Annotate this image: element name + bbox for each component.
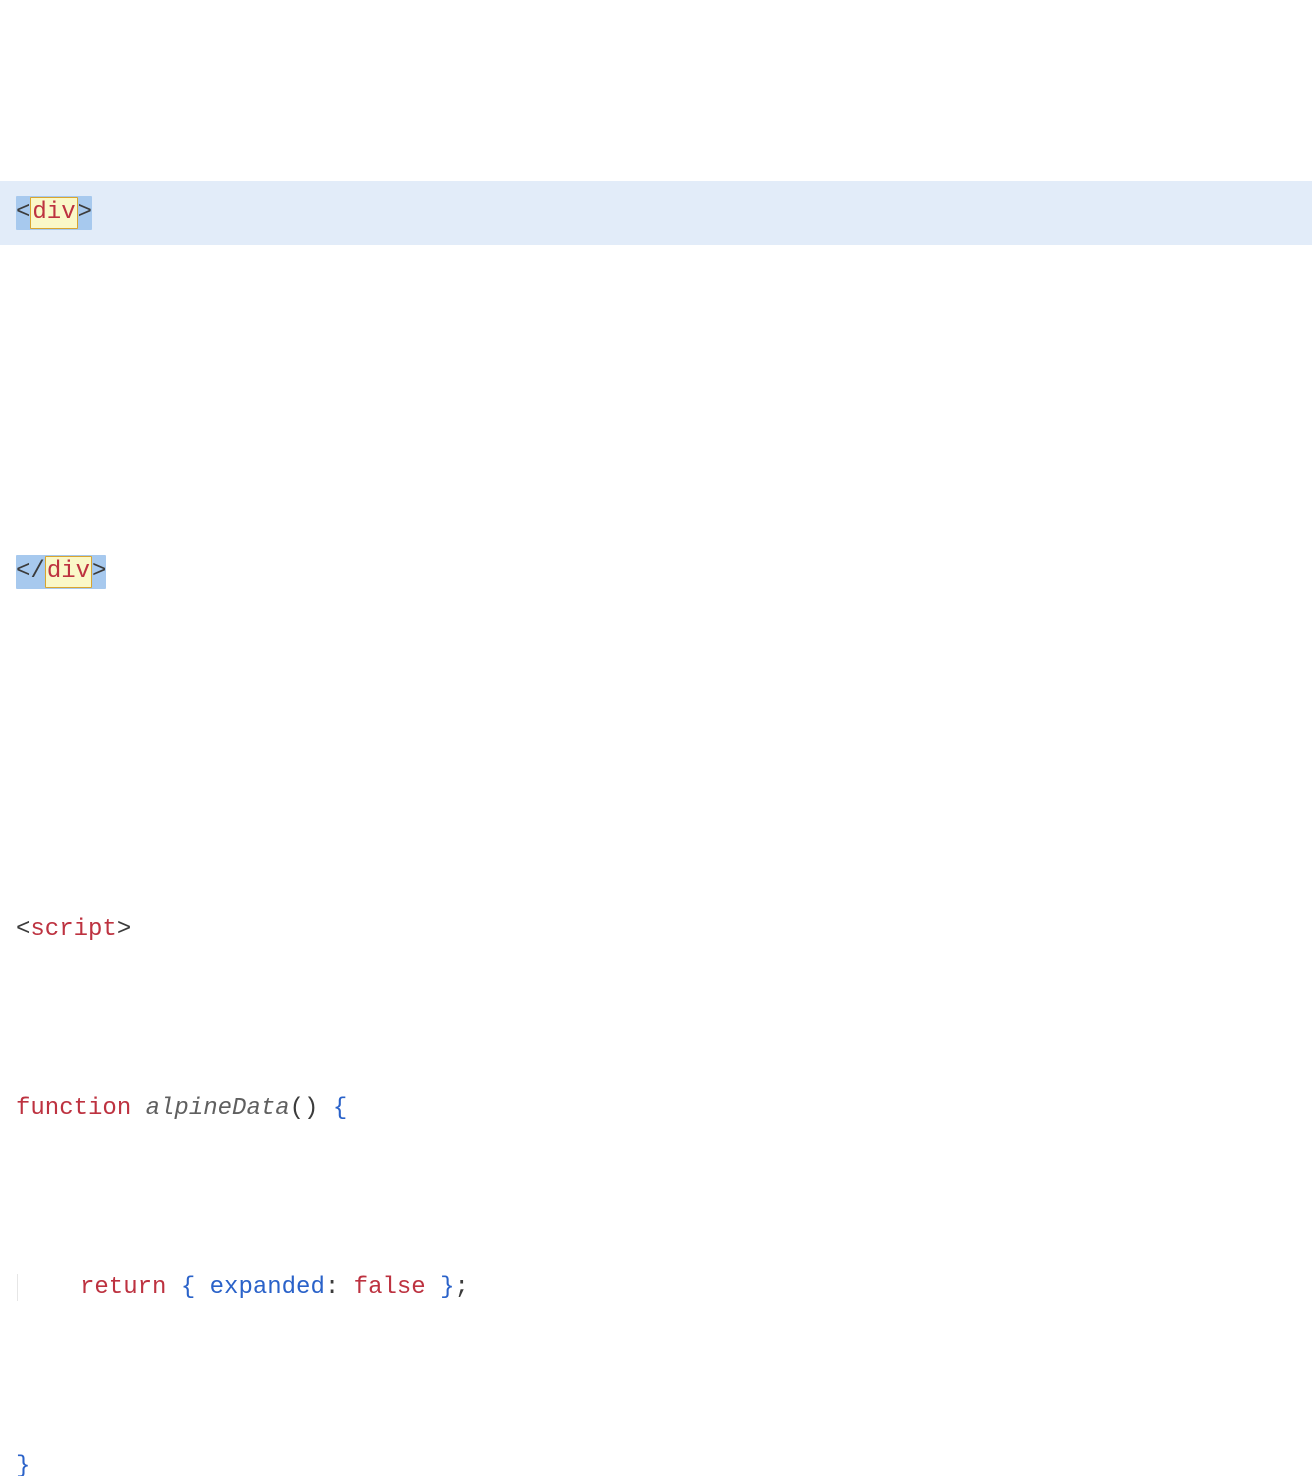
space	[318, 1095, 332, 1122]
code-line-5[interactable]: return { expanded: false };	[0, 1256, 1312, 1320]
value-false: false	[354, 1274, 426, 1301]
angle-open: <	[16, 916, 30, 943]
angle-close: >	[117, 916, 131, 943]
blank-line[interactable]	[0, 719, 1312, 783]
code-line-1[interactable]: <div>	[0, 181, 1312, 245]
angle-slash-open: </	[16, 558, 45, 585]
semicolon: ;	[455, 1274, 469, 1301]
angle-close: >	[78, 199, 92, 226]
tag-name-div: div	[47, 558, 90, 585]
blank-line[interactable]	[0, 360, 1312, 424]
space	[131, 1095, 145, 1122]
brace-open: {	[333, 1095, 347, 1122]
angle-open: <	[16, 199, 30, 226]
selected-tag-open: <div>	[16, 196, 92, 230]
code-line-4[interactable]: function alpineData() {	[0, 1077, 1312, 1141]
matched-tag-name: div	[45, 556, 92, 588]
keyword-return: return	[80, 1274, 166, 1301]
colon: :	[325, 1274, 339, 1301]
keyword-function: function	[16, 1095, 131, 1122]
tag-name-script: script	[30, 916, 116, 943]
tag-name-div: div	[32, 199, 75, 226]
brace-close: }	[440, 1274, 454, 1301]
brace-open: {	[181, 1274, 195, 1301]
function-name: alpineData	[146, 1095, 290, 1122]
space	[426, 1274, 440, 1301]
parens: ()	[290, 1095, 319, 1122]
property-expanded: expanded	[210, 1274, 325, 1301]
brace-close: }	[16, 1453, 30, 1476]
code-block[interactable]: <div> </div> <script> function alpineDat…	[0, 66, 1312, 1476]
code-line-2[interactable]: </div>	[0, 540, 1312, 604]
code-line-6[interactable]: }	[0, 1435, 1312, 1476]
space	[195, 1274, 209, 1301]
space	[339, 1274, 353, 1301]
indent-guide: return { expanded: false };	[17, 1274, 469, 1301]
selected-tag-close: </div>	[16, 555, 106, 589]
space	[166, 1274, 180, 1301]
angle-close: >	[92, 558, 106, 585]
matched-tag-name: div	[30, 197, 77, 229]
code-line-3[interactable]: <script>	[0, 898, 1312, 962]
